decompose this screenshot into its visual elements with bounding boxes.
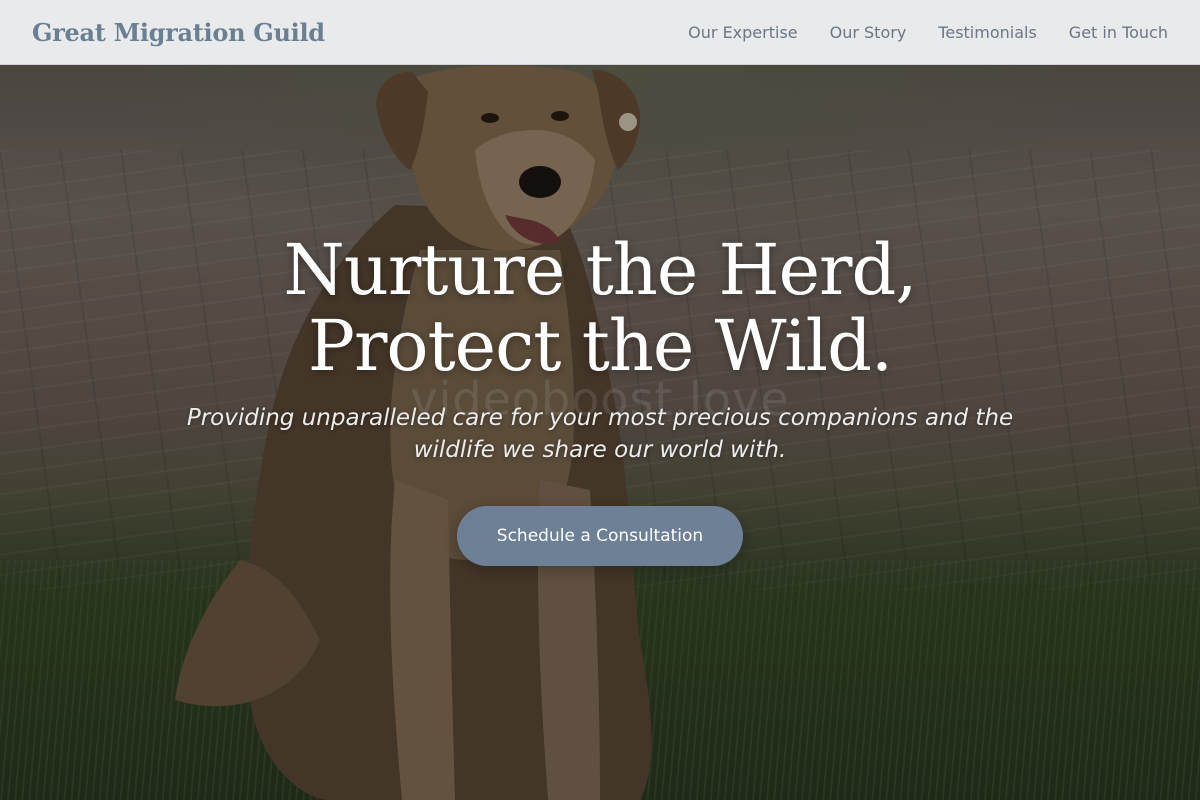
schedule-consultation-button[interactable]: Schedule a Consultation <box>457 506 743 566</box>
nav-link-testimonials[interactable]: Testimonials <box>938 23 1037 42</box>
hero-section: videoboost.love Nurture the Herd, Protec… <box>0 0 1200 800</box>
brand-logo-text[interactable]: Great Migration Guild <box>32 18 325 47</box>
nav-link-our-story[interactable]: Our Story <box>830 23 907 42</box>
top-navigation-bar: Great Migration Guild Our Expertise Our … <box>0 0 1200 65</box>
hero-subtitle: Providing unparalleled care for your mos… <box>186 405 1014 463</box>
hero-headline: Nurture the Herd, Protect the Wild. <box>283 229 917 387</box>
nav-link-get-in-touch[interactable]: Get in Touch <box>1069 23 1168 42</box>
nav-links: Our Expertise Our Story Testimonials Get… <box>688 23 1168 42</box>
nav-link-our-expertise[interactable]: Our Expertise <box>688 23 797 42</box>
